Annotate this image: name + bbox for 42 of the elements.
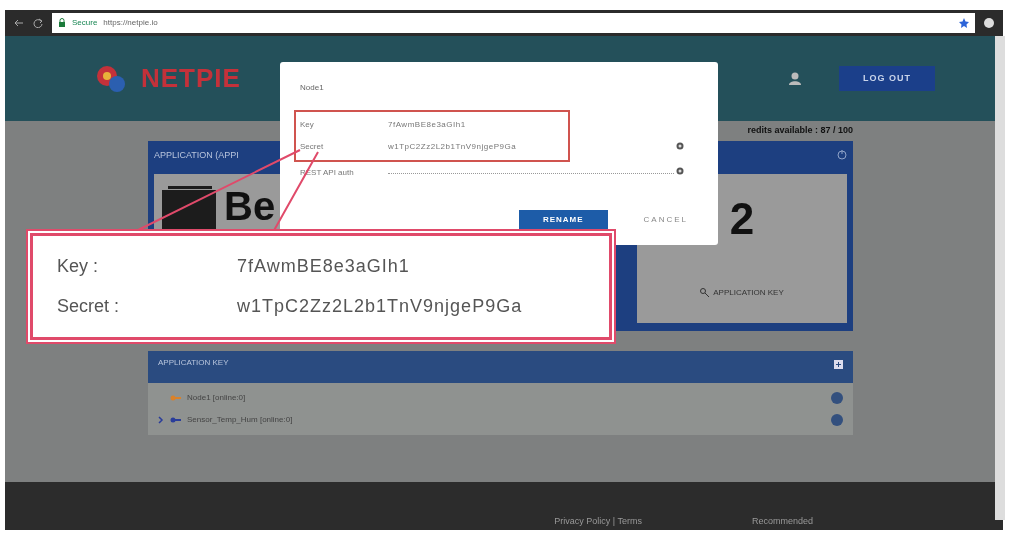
rename-button[interactable]: RENAME — [518, 210, 608, 230]
callout-label: Key : — [57, 254, 100, 278]
url-text: https://netpie.io — [103, 17, 158, 29]
add-icon[interactable] — [834, 359, 843, 369]
reload-icon[interactable] — [33, 18, 44, 28]
footer-links[interactable]: Privacy Policy | Terms — [554, 514, 642, 528]
scrollbar[interactable] — [995, 36, 1005, 520]
callout-label: Secret : — [57, 295, 121, 319]
row-action-button[interactable] — [831, 413, 843, 426]
application-name: Be — [224, 186, 276, 226]
application-key-button[interactable]: APPLICATION KEY — [694, 285, 790, 300]
extension-icon[interactable] — [983, 17, 995, 29]
field-value: 7fAwmBE8e3aGIh1 — [388, 119, 466, 131]
dialog-title: Node1 — [300, 82, 325, 94]
panel-title: APPLICATION KEY — [158, 356, 229, 369]
callout-value: w1TpC2Zz2L2b1TnV9njgeP9Ga — [237, 295, 523, 319]
field-label: Key — [300, 119, 315, 131]
row-action-button[interactable] — [831, 391, 843, 404]
field-label: Secret — [300, 141, 325, 153]
power-icon[interactable] — [837, 148, 847, 160]
count-text: 2 — [729, 196, 755, 241]
recommended-text: Recommended — [751, 514, 813, 528]
cancel-button[interactable]: CANCEL — [637, 213, 694, 227]
eye-icon[interactable] — [676, 142, 684, 150]
address-bar[interactable]: Secure https://netpie.io — [52, 13, 975, 33]
credits-text: redits available : 87 / 100 — [747, 124, 853, 137]
application-icon — [162, 186, 216, 230]
callout-value: 7fAwmBE8e3aGIh1 — [237, 254, 410, 278]
logout-button[interactable]: LOG OUT — [839, 65, 935, 92]
secure-label: Secure — [72, 17, 98, 29]
user-icon[interactable] — [789, 72, 801, 85]
back-icon[interactable] — [13, 18, 25, 28]
card-title: APPLICATION (APPI — [154, 148, 239, 162]
star-icon[interactable] — [959, 18, 969, 28]
logo-text: NETPIE — [141, 62, 241, 95]
key-label[interactable]: Node1 [online:0] — [187, 391, 246, 404]
logo-icon — [95, 63, 127, 94]
chevron-icon[interactable] — [158, 415, 164, 424]
key-label[interactable]: Sensor_Temp_Hum [online:0] — [187, 413, 293, 426]
field-value: w1TpC2Zz2L2b1TnV9njgeP9Ga — [388, 141, 517, 153]
lock-icon — [58, 18, 66, 28]
eye-icon[interactable] — [676, 167, 684, 175]
